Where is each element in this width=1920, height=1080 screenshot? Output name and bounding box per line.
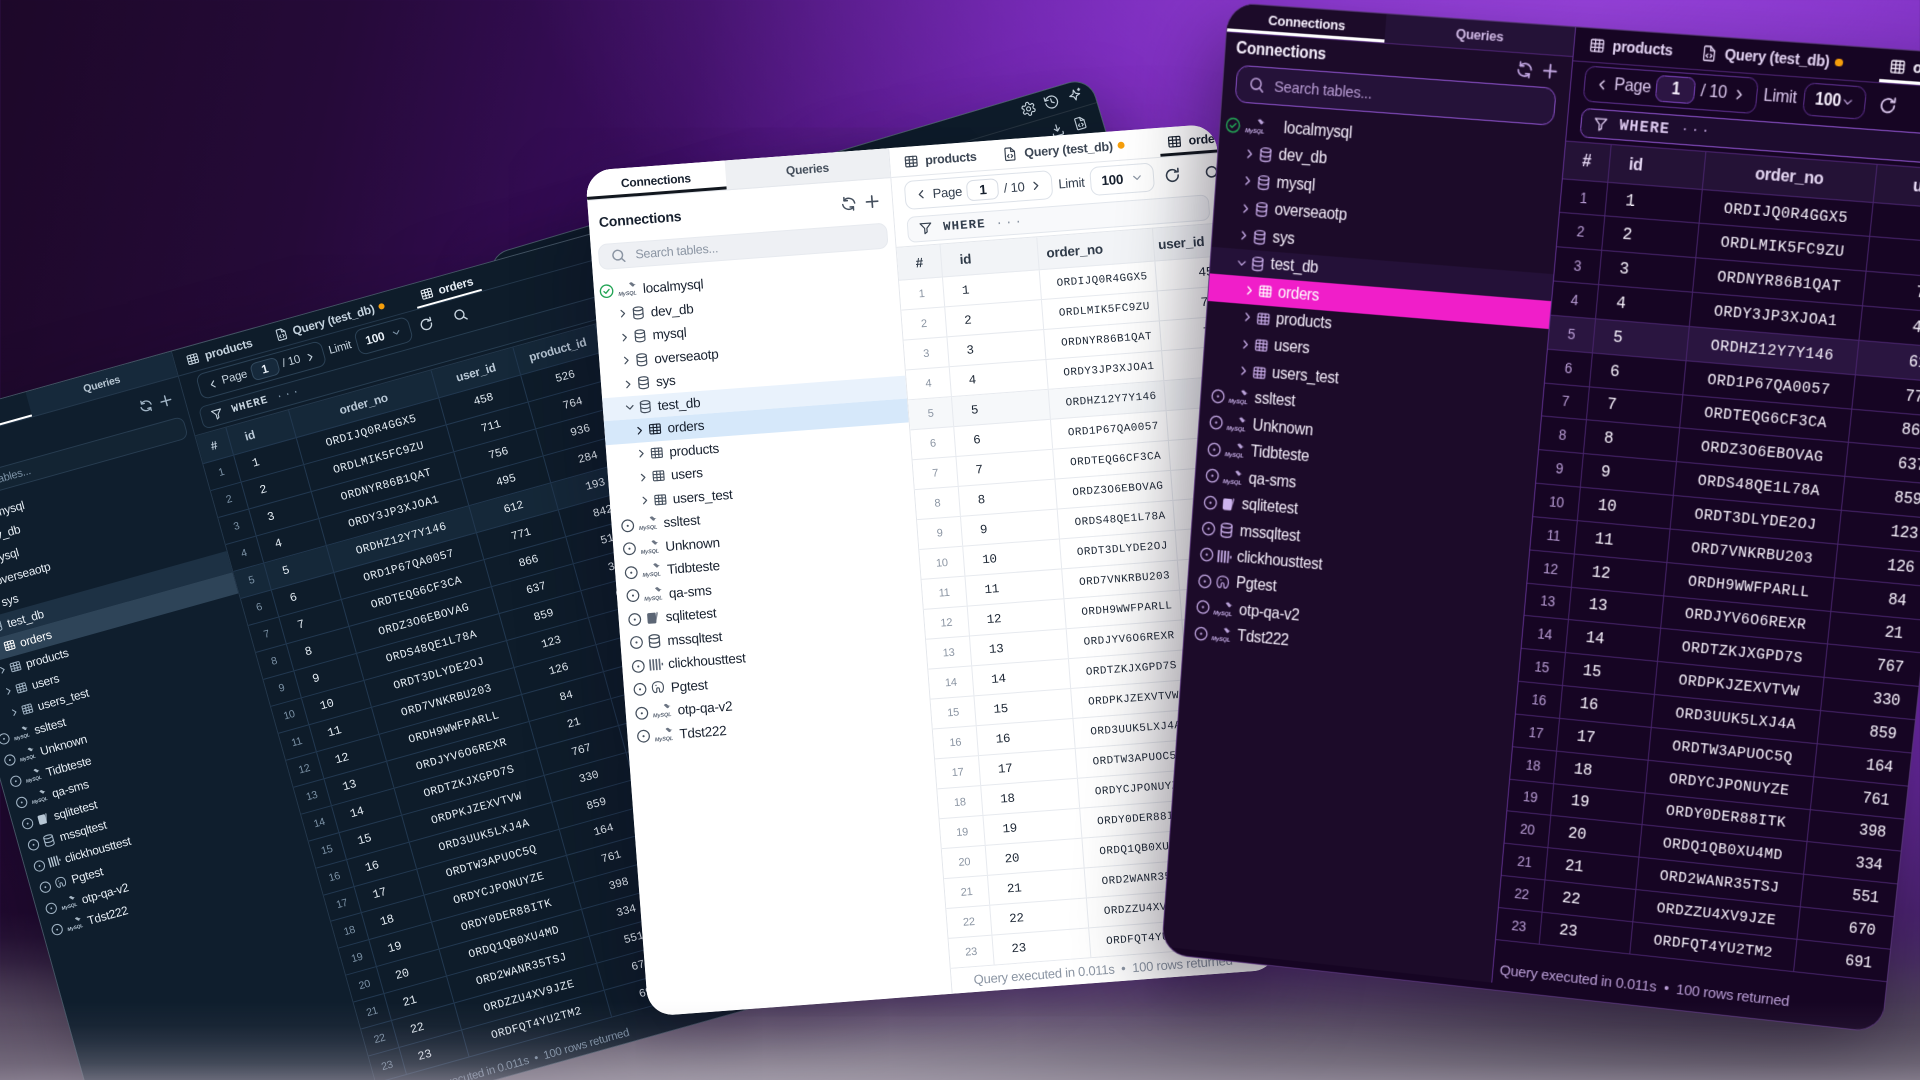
svg-text:MySQL: MySQL [655, 736, 674, 743]
svg-text:MySQL: MySQL [1245, 128, 1265, 136]
svg-text:MySQL: MySQL [31, 796, 48, 806]
svg-text:MySQL: MySQL [644, 595, 663, 602]
svg-text:MySQL: MySQL [639, 525, 658, 532]
svg-text:MySQL: MySQL [1223, 479, 1243, 487]
svg-text:MySQL: MySQL [1211, 636, 1230, 644]
svg-text:MySQL: MySQL [67, 923, 84, 933]
svg-text:MySQL: MySQL [641, 548, 660, 555]
svg-text:MySQL: MySQL [1228, 399, 1248, 407]
svg-text:MySQL: MySQL [19, 754, 36, 764]
svg-text:MySQL: MySQL [1226, 426, 1246, 434]
svg-text:MySQL: MySQL [1213, 610, 1232, 618]
svg-text:MySQL: MySQL [653, 712, 672, 719]
svg-text:MySQL: MySQL [25, 775, 42, 785]
svg-text:MySQL: MySQL [1225, 452, 1245, 460]
svg-text:MySQL: MySQL [61, 902, 78, 912]
svg-text:MySQL: MySQL [642, 572, 661, 579]
svg-text:MySQL: MySQL [13, 732, 30, 742]
svg-text:MySQL: MySQL [618, 291, 637, 298]
